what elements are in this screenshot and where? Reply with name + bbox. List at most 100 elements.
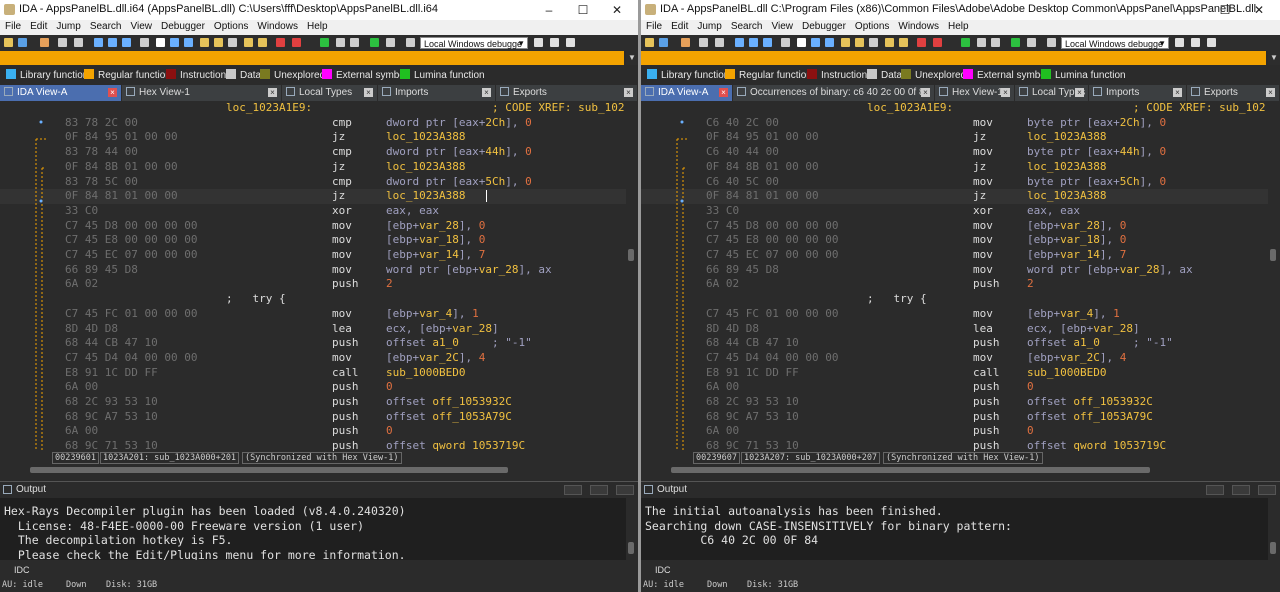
array-icon[interactable]: [214, 38, 223, 47]
navigation-band-menu-icon[interactable]: ▼: [626, 51, 638, 65]
menu-view[interactable]: View: [767, 20, 798, 32]
detach-icon[interactable]: [1191, 38, 1200, 47]
code-reference[interactable]: loc_1023A388: [1027, 130, 1106, 143]
scrollbar-thumb[interactable]: [671, 467, 1150, 473]
minimize-button[interactable]: –: [532, 0, 566, 20]
tab-close-icon[interactable]: ×: [108, 88, 117, 97]
output-scrollbar[interactable]: [626, 498, 636, 560]
output-console[interactable]: Hex-Rays Decompiler plugin has been load…: [0, 498, 626, 560]
disasm-line[interactable]: 33 C0 xor eax, eax: [0, 204, 626, 219]
code-reference[interactable]: loc_1023A388: [386, 189, 465, 202]
tab-hex-view-1[interactable]: Hex View-1 ×: [122, 85, 282, 101]
disasm-line[interactable]: 68 9C A7 53 10 push offset off_1053A79C: [641, 410, 1268, 425]
menu-file[interactable]: File: [641, 20, 666, 32]
disasm-line[interactable]: C7 45 E8 00 00 00 00 mov [ebp+var_18], 0: [641, 233, 1268, 248]
disasm-line[interactable]: 68 2C 93 53 10 push offset off_1053932C: [641, 395, 1268, 410]
graph-icon[interactable]: [961, 38, 970, 47]
scrollbar-thumb[interactable]: [628, 542, 634, 554]
tab-close-icon[interactable]: ×: [268, 88, 277, 97]
menu-jump[interactable]: Jump: [51, 20, 84, 32]
code-reference[interactable]: loc_1023A388: [386, 160, 465, 173]
hide-icon[interactable]: [276, 38, 285, 47]
code-label[interactable]: loc_1023A1E9:: [867, 101, 953, 114]
disasm-line[interactable]: C7 45 EC 07 00 00 00 mov [ebp+var_14], 7: [0, 248, 626, 263]
text-icon[interactable]: [156, 38, 165, 47]
disasm-line[interactable]: C6 40 2C 00 mov byte ptr [eax+2Ch], 0: [641, 116, 1268, 131]
scrollbar-thumb[interactable]: [628, 249, 634, 261]
enum-icon[interactable]: [763, 38, 772, 47]
navigation-band[interactable]: [641, 51, 1266, 65]
pause-icon[interactable]: [1027, 38, 1036, 47]
disasm-line[interactable]: 6A 00 push 0: [641, 380, 1268, 395]
disasm-line[interactable]: 6A 02 push 2: [0, 277, 626, 292]
comment-icon[interactable]: [899, 38, 908, 47]
string-icon[interactable]: [200, 38, 209, 47]
disasm-line[interactable]: C7 45 D4 04 00 00 00 mov [ebp+var_2C], 4: [0, 351, 626, 366]
disasm-line[interactable]: 83 78 2C 00 cmp dword ptr [eax+2Ch], 0: [0, 116, 626, 131]
open-icon[interactable]: [645, 38, 654, 47]
disasm-line[interactable]: 6A 00 push 0: [641, 424, 1268, 439]
menu-options[interactable]: Options: [209, 20, 252, 32]
disasm-line[interactable]: C7 45 D8 00 00 00 00 mov [ebp+var_28], 0: [641, 219, 1268, 234]
array-icon[interactable]: [855, 38, 864, 47]
text-icon[interactable]: [797, 38, 806, 47]
disasm-line[interactable]: 0F 84 8B 01 00 00 jz loc_1023A388: [0, 160, 626, 175]
output-float-icon[interactable]: [1206, 485, 1224, 495]
disasm-line[interactable]: ; try {: [641, 292, 1268, 307]
attach-icon[interactable]: [534, 38, 543, 47]
code-reference[interactable]: off_1053A79C: [432, 410, 511, 423]
code-reference[interactable]: a1_0: [1073, 336, 1100, 349]
data-icon[interactable]: [825, 38, 834, 47]
jump-icon[interactable]: [40, 38, 49, 47]
terminate-icon[interactable]: [1047, 38, 1056, 47]
disasm-line[interactable]: C7 45 FC 01 00 00 00 mov [ebp+var_4], 1: [0, 307, 626, 322]
menu-windows[interactable]: Windows: [893, 20, 943, 32]
menu-options[interactable]: Options: [850, 20, 893, 32]
debug-options-icon[interactable]: [1207, 38, 1216, 47]
menu-windows[interactable]: Windows: [252, 20, 302, 32]
code-reference[interactable]: sub_1000BED0: [386, 366, 465, 379]
tab-close-icon[interactable]: ×: [624, 88, 633, 97]
disasm-line[interactable]: 33 C0 xor eax, eax: [641, 204, 1268, 219]
disasm-line[interactable]: C6 40 44 00 mov byte ptr [eax+44h], 0: [641, 145, 1268, 160]
disasm-line[interactable]: 68 44 CB 47 10 push offset a1_0 ; "-1": [641, 336, 1268, 351]
disasm-line[interactable]: 68 44 CB 47 10 push offset a1_0 ; "-1": [0, 336, 626, 351]
disasm-line[interactable]: 0F 84 95 01 00 00 jz loc_1023A388: [641, 130, 1268, 145]
tab-exports[interactable]: Exports ×: [496, 85, 638, 101]
name-icon[interactable]: [885, 38, 894, 47]
menu-help[interactable]: Help: [943, 20, 973, 32]
name-icon[interactable]: [244, 38, 253, 47]
tab-close-icon[interactable]: ×: [921, 88, 930, 97]
idc-label[interactable]: IDC: [14, 565, 30, 575]
data-icon[interactable]: [184, 38, 193, 47]
search-icon[interactable]: [781, 38, 790, 47]
disasm-line[interactable]: 83 78 5C 00 cmp dword ptr [eax+5Ch], 0: [0, 175, 626, 190]
scrollbar-thumb[interactable]: [1270, 542, 1276, 554]
undef-icon[interactable]: [869, 38, 878, 47]
code-reference[interactable]: loc_1023A388: [1027, 160, 1106, 173]
disassembly-view[interactable]: loc_1023A1E9: ; CODE XREF: sub_102 83 78 2…: [0, 101, 626, 451]
code-icon[interactable]: [811, 38, 820, 47]
disasm-line[interactable]: C7 45 EC 07 00 00 00 mov [ebp+var_14], 7: [641, 248, 1268, 263]
stop-icon[interactable]: [991, 38, 1000, 47]
menu-edit[interactable]: Edit: [25, 20, 51, 32]
stop-icon[interactable]: [350, 38, 359, 47]
menu-debugger[interactable]: Debugger: [797, 20, 850, 32]
disasm-line[interactable]: 6A 00 push 0: [0, 380, 626, 395]
disasm-line[interactable]: 68 9C 71 53 10 push offset qword_1053719C: [641, 439, 1268, 451]
code-label[interactable]: loc_1023A1E9:: [226, 101, 312, 114]
seg-icon[interactable]: [735, 38, 744, 47]
bp-icon[interactable]: [977, 38, 986, 47]
scrollbar-thumb[interactable]: [1270, 249, 1276, 261]
close-button[interactable]: ✕: [1242, 0, 1276, 20]
code-reference[interactable]: qword_1053719C: [1073, 439, 1166, 451]
menu-search[interactable]: Search: [85, 20, 126, 32]
idc-command-bar[interactable]: IDC: [0, 562, 638, 577]
disasm-line[interactable]: E8 91 1C DD FF call sub_1000BED0: [641, 366, 1268, 381]
disasm-line[interactable]: ; try {: [0, 292, 626, 307]
save-icon[interactable]: [18, 38, 27, 47]
code-reference[interactable]: off_1053A79C: [1073, 410, 1152, 423]
code-reference[interactable]: off_1053932C: [432, 395, 511, 408]
tab-exports[interactable]: Exports ×: [1187, 85, 1280, 101]
output-console[interactable]: The initial autoanalysis has been finish…: [641, 498, 1268, 560]
